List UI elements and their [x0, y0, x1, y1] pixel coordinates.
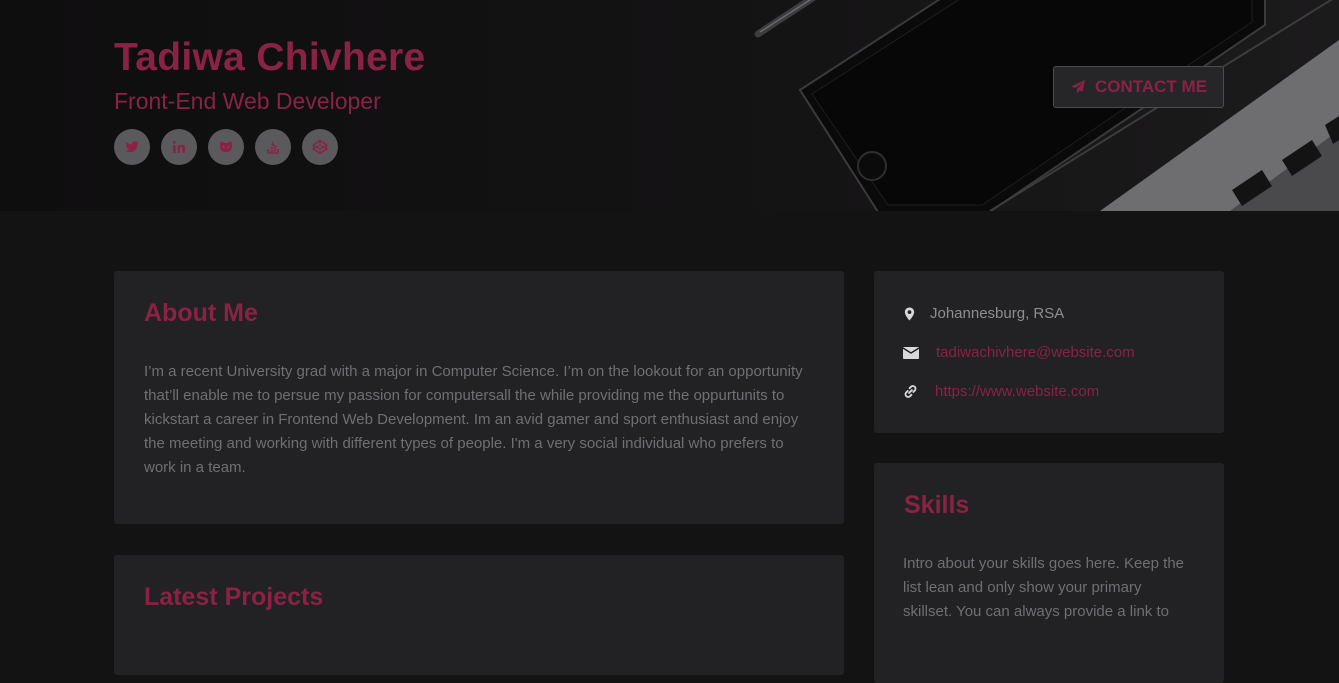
codepen-icon — [312, 139, 328, 155]
website-link[interactable]: https://www.website.com — [935, 383, 1099, 400]
codepen-link[interactable] — [302, 129, 338, 165]
skills-intro: Intro about your skills goes here. Keep … — [903, 555, 1185, 620]
link-icon — [904, 385, 917, 398]
contact-me-label: CONTACT ME — [1094, 77, 1208, 96]
about-card: About Me I’m a recent University grad wi… — [114, 271, 844, 524]
map-marker-icon — [904, 307, 915, 320]
page-header: Tadiwa Chivhere Front-End Web Developer … — [0, 0, 1339, 211]
linkedin-link[interactable] — [161, 129, 197, 165]
linkedin-icon — [172, 140, 185, 153]
github-icon — [220, 141, 232, 152]
projects-card: Latest Projects — [114, 555, 844, 675]
email-link[interactable]: tadiwachivhere@website.com — [936, 344, 1135, 361]
stackoverflow-icon — [267, 141, 279, 154]
email-row: tadiwachivhere@website.com — [903, 344, 1135, 361]
profile-tagline: Front-End Web Developer — [114, 88, 381, 114]
location-text: Johannesburg, RSA — [930, 305, 1065, 322]
website-row: https://www.website.com — [903, 383, 1099, 400]
about-text: I’m a recent University grad with a majo… — [144, 363, 803, 476]
skills-title: Skills — [904, 491, 970, 519]
envelope-icon — [903, 346, 919, 359]
profile-name: Tadiwa Chivhere — [114, 36, 426, 79]
contact-me-button[interactable]: CONTACT ME — [1053, 66, 1224, 108]
contact-info-card: Johannesburg, RSA tadiwachivhere@website… — [874, 271, 1224, 433]
projects-title: Latest Projects — [144, 583, 324, 611]
about-title: About Me — [144, 299, 258, 327]
twitter-icon — [125, 141, 139, 153]
social-links — [114, 129, 349, 165]
twitter-link[interactable] — [114, 129, 150, 165]
paper-plane-icon — [1070, 80, 1085, 94]
stackoverflow-link[interactable] — [255, 129, 291, 165]
location-row: Johannesburg, RSA — [903, 305, 1064, 322]
skills-card: Skills Intro about your skills goes here… — [874, 463, 1224, 683]
github-link[interactable] — [208, 129, 244, 165]
